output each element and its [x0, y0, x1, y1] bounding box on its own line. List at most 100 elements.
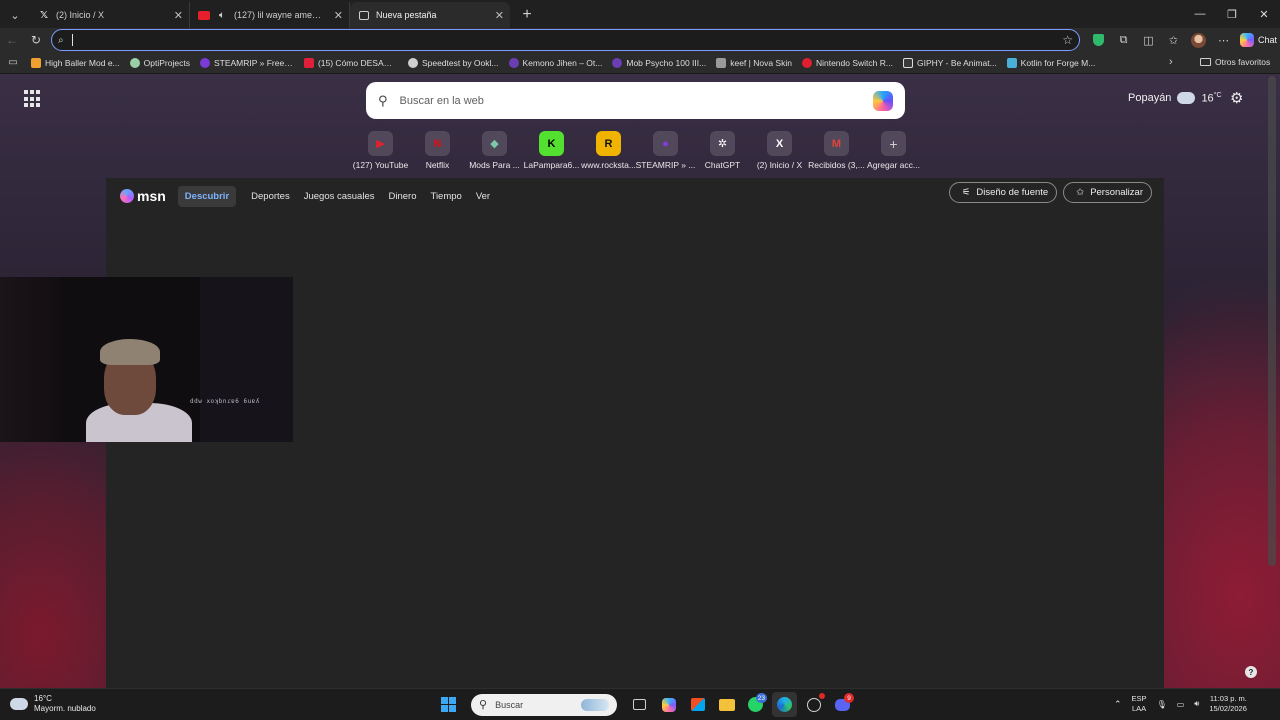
bookmark-item[interactable]: Kotlin for Forge M... — [1002, 57, 1101, 68]
extensions-button[interactable]: ⧉ — [1111, 30, 1136, 50]
back-button[interactable]: ← — [0, 29, 24, 51]
quick-link[interactable]: ✲ ChatGPT — [694, 131, 751, 170]
bookmark-item[interactable]: Kemono Jihen – Ot... — [504, 57, 608, 68]
speaker-icon[interactable]: 🔈︎ — [216, 9, 228, 21]
feed-tab-dinero[interactable]: Dinero — [382, 186, 424, 207]
bookmarks-overflow-button[interactable]: › — [1169, 56, 1173, 68]
feed-tab-juegos-casuales[interactable]: Juegos casuales — [297, 186, 382, 207]
address-input[interactable] — [72, 34, 1063, 46]
gmail-icon: M — [824, 131, 849, 156]
quick-link-label: ChatGPT — [704, 160, 741, 170]
quick-link[interactable]: K LaPampara6... — [523, 131, 580, 170]
tab-youtube[interactable]: 🔈︎ (127) lil wayne amememe - Yo ✕ — [190, 2, 350, 28]
quick-link-add[interactable]: + Agregar acc... — [865, 131, 922, 170]
bookmark-item[interactable]: Nintendo Switch R... — [797, 57, 898, 68]
chevron-up-icon[interactable]: ⌃ — [1114, 699, 1122, 710]
address-bar[interactable]: ⌕ ☆ — [51, 29, 1080, 51]
folder-icon — [718, 698, 735, 711]
bookmark-favicon-icon — [303, 57, 314, 68]
quick-link[interactable]: ▶ (127) YouTube — [352, 131, 409, 170]
close-window-icon[interactable]: ✕ — [1248, 0, 1280, 28]
bookmark-item[interactable]: GIPHY - Be Animat... — [898, 57, 1002, 68]
split-screen-button[interactable]: ◫ — [1136, 30, 1161, 50]
msn-logo[interactable]: msn — [120, 188, 166, 204]
bookmark-item[interactable]: Mob Psycho 100 III... — [607, 57, 711, 68]
file-explorer-button[interactable] — [714, 692, 739, 717]
search-highlight-icon — [581, 698, 609, 711]
edge-button[interactable] — [772, 692, 797, 717]
other-favorites-folder[interactable]: Otros favoritos — [1200, 57, 1270, 67]
quick-link[interactable]: Rwww.rocksta... — [580, 131, 637, 170]
store-button[interactable] — [685, 692, 710, 717]
close-icon[interactable]: ✕ — [495, 9, 504, 22]
quick-link[interactable]: M Recibidos (3,... — [808, 131, 865, 170]
taskbar-search-placeholder: Buscar — [495, 699, 524, 710]
whatsapp-button[interactable]: 23 — [743, 692, 768, 717]
personalize-button[interactable]: ✩ Personalizar — [1063, 182, 1152, 203]
task-view-button[interactable] — [627, 692, 652, 717]
tab-title: (127) lil wayne amememe - Yo — [234, 10, 328, 20]
search-icon: ⚲ — [378, 92, 388, 108]
minimize-icon[interactable]: — — [1184, 0, 1216, 28]
feed-tab-deportes[interactable]: Deportes — [244, 186, 297, 207]
weather-widget[interactable]: Popayán 16°C — [1128, 92, 1222, 105]
quick-link-label: Agregar acc... — [867, 160, 920, 170]
bookmark-item[interactable]: Speedtest by Ookl... — [403, 57, 504, 68]
quick-link-label: LaPampara6... — [523, 160, 580, 170]
bookmark-item[interactable]: STEAMRIP » Free P... — [195, 57, 299, 68]
quick-link[interactable]: ◆ Mods Para ... — [466, 131, 523, 170]
arrow-left-icon: ← — [6, 33, 18, 47]
volume-icon[interactable]: 🔊︎ — [1194, 699, 1199, 709]
feed-tab-ver[interactable]: Ver — [469, 186, 497, 207]
page-scrollbar[interactable] — [1268, 76, 1276, 566]
tab-x-inicio[interactable]: 𝕏 (2) Inicio / X ✕ — [30, 2, 190, 28]
copilot-icon[interactable] — [873, 90, 893, 111]
quick-link[interactable]: X (2) Inicio / X — [751, 131, 808, 170]
new-tab-button[interactable]: + — [514, 2, 540, 28]
bookmark-label: Nintendo Switch R... — [815, 57, 893, 68]
copilot-taskbar-button[interactable] — [656, 692, 681, 717]
reload-button[interactable]: ↻ — [24, 29, 48, 51]
feed-tab-tiempo[interactable]: Tiempo — [424, 186, 469, 207]
copilot-chat-button[interactable]: Chat — [1240, 33, 1277, 47]
close-icon[interactable]: ✕ — [174, 9, 183, 22]
restore-icon[interactable]: ❐ — [1216, 0, 1248, 28]
star-icon[interactable]: ☆ — [1062, 33, 1073, 47]
clock[interactable]: 11:03 p. m. 15/02/2026 — [1209, 694, 1247, 714]
quick-link[interactable]: ● STEAMRIP » ... — [636, 131, 695, 170]
quick-link[interactable]: N Netflix — [409, 131, 466, 170]
apps-launcher-icon[interactable] — [24, 90, 42, 108]
bookmark-label: OptiProjects — [143, 57, 190, 68]
discord-button[interactable]: 9 — [830, 692, 855, 717]
steam-button[interactable] — [801, 692, 826, 717]
tab-actions-menu-button[interactable]: ⌄ — [2, 2, 28, 28]
language-code: ESP — [1131, 694, 1147, 703]
microphone-icon[interactable]: 🎙︎ — [1157, 700, 1167, 709]
favorites-button[interactable]: ✩ — [1161, 30, 1186, 50]
bookmark-favicon-icon — [508, 57, 519, 68]
gear-icon[interactable]: ⚙ — [1230, 89, 1243, 107]
feed-tab-descubrir[interactable]: Descubrir — [177, 185, 237, 207]
shield-extension-button[interactable] — [1086, 30, 1111, 50]
language-indicator[interactable]: ESP LAA — [1132, 694, 1147, 714]
bookmark-item[interactable]: OptiProjects — [125, 57, 195, 68]
bookmark-item[interactable]: High Baller Mod e... — [26, 57, 125, 68]
tab-new-tab[interactable]: Nueva pestaña ✕ — [350, 2, 510, 28]
font-design-button[interactable]: ⚟ Diseño de fuente — [948, 182, 1058, 203]
profile-button[interactable] — [1186, 30, 1211, 50]
start-button[interactable] — [436, 692, 461, 717]
weather-temp: 16°C — [1201, 92, 1222, 105]
help-icon[interactable]: ? — [1245, 666, 1257, 678]
bookmark-item[interactable]: (15) Cómo DESACT... — [299, 57, 403, 68]
taskbar-weather-widget[interactable]: 16°C Mayorm. nublado — [10, 694, 96, 714]
toolbar-extensions: ⧉ ◫ ✩ ⋯ Chat — [1086, 30, 1277, 50]
bookmark-item[interactable]: keef | Nova Skin — [711, 57, 797, 68]
sidebar-toggle-button[interactable]: ▭ — [0, 57, 26, 68]
feed-actions: ⚟ Diseño de fuente ✩ Personalizar — [948, 182, 1152, 203]
taskbar-search[interactable]: ⚲ Buscar — [471, 693, 617, 716]
close-icon[interactable]: ✕ — [334, 9, 343, 22]
web-search-box[interactable]: ⚲ Buscar en la web — [366, 82, 905, 119]
reload-icon: ↻ — [30, 33, 42, 47]
more-menu-button[interactable]: ⋯ — [1211, 30, 1236, 50]
network-icon[interactable]: ▭ — [1177, 700, 1185, 709]
